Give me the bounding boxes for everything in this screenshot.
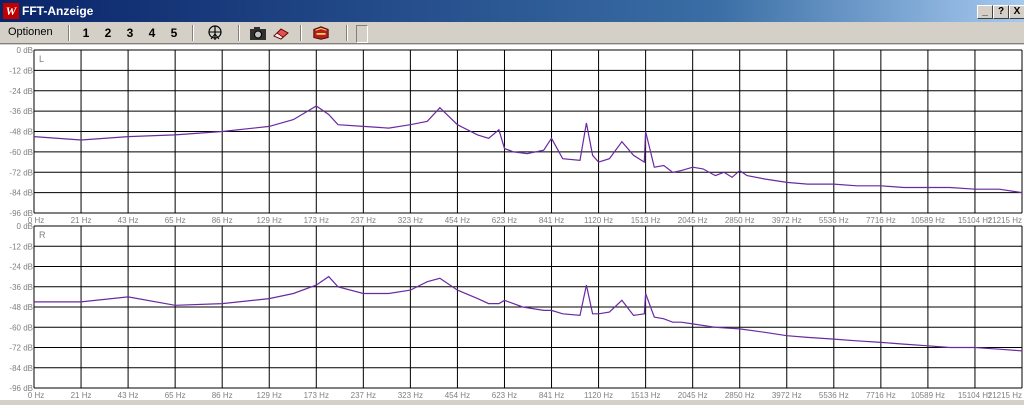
x-tick-label: 1120 Hz <box>584 391 613 400</box>
x-tick-label: 65 Hz <box>165 216 186 225</box>
fft-panel-right: 0 dB -12 dB -24 dB -36 dB -48 dB -60 dB -72 dB… <box>9 222 1023 400</box>
x-tick-label: 65 Hz <box>165 391 186 400</box>
y-tick-label: -84 dB <box>9 189 33 198</box>
x-tick-label: 1513 Hz <box>631 216 661 225</box>
toolbar-separator <box>68 25 70 41</box>
window-title: FFT-Anzeige <box>22 4 94 18</box>
x-tick-label: 623 Hz <box>492 391 517 400</box>
x-tick-label: 0 Hz <box>28 391 44 400</box>
y-tick-label: -12 dB <box>9 242 33 251</box>
camera-icon[interactable] <box>249 25 267 41</box>
x-tick-label: 86 Hz <box>212 216 233 225</box>
y-tick-label: -36 dB <box>9 283 33 292</box>
x-tick-label: 7716 Hz <box>866 391 896 400</box>
y-tick-label: -24 dB <box>9 263 33 272</box>
x-tick-label: 323 Hz <box>398 216 423 225</box>
x-tick-label: 86 Hz <box>212 391 233 400</box>
x-tick-label: 323 Hz <box>398 391 423 400</box>
x-tick-label: 2850 Hz <box>725 391 755 400</box>
channel-label: R <box>39 230 46 240</box>
x-tick-label: 10589 Hz <box>911 391 945 400</box>
x-tick-label: 173 Hz <box>304 216 329 225</box>
channel-button-5[interactable]: 5 <box>166 26 182 40</box>
x-tick-label: 21 Hz <box>71 391 92 400</box>
channel-button-4[interactable]: 4 <box>144 26 160 40</box>
eraser-icon[interactable] <box>272 25 290 41</box>
help-button[interactable]: ? <box>993 5 1009 19</box>
x-tick-label: 129 Hz <box>257 216 282 225</box>
menu-options[interactable]: Optionen <box>8 26 53 38</box>
channel-label: L <box>39 54 44 64</box>
toolbar: Optionen 1 2 3 4 5 <box>0 22 1024 44</box>
spectrum-trace <box>34 275 1023 352</box>
y-tick-label: -72 dB <box>9 168 33 177</box>
antenna-icon[interactable] <box>206 25 224 41</box>
y-tick-label: -60 dB <box>9 148 33 157</box>
toolbar-toggle[interactable] <box>356 25 368 43</box>
x-tick-label: 173 Hz <box>304 391 329 400</box>
toolbar-separator <box>238 25 240 41</box>
x-tick-label: 10589 Hz <box>911 216 945 225</box>
x-tick-label: 43 Hz <box>118 216 139 225</box>
toolbar-separator <box>346 25 348 41</box>
title-bar: W FFT-Anzeige _ ? X <box>0 0 1024 22</box>
x-tick-label: 841 Hz <box>539 216 564 225</box>
y-tick-label: -48 dB <box>9 303 33 312</box>
fft-chart: 0 dB -12 dB -24 dB -36 dB -48 dB -60 dB -72 dB… <box>9 46 1023 400</box>
x-tick-label: 454 Hz <box>445 391 470 400</box>
toolbar-separator <box>300 25 302 41</box>
book-icon[interactable] <box>312 25 330 41</box>
x-tick-label: 21215 Hz <box>988 216 1022 225</box>
x-tick-label: 237 Hz <box>351 391 376 400</box>
x-tick-label: 1120 Hz <box>584 216 613 225</box>
channel-button-1[interactable]: 1 <box>78 26 94 40</box>
y-tick-label: 0 dB <box>17 222 33 231</box>
x-tick-label: 5536 Hz <box>819 216 849 225</box>
channel-button-2[interactable]: 2 <box>100 26 116 40</box>
y-tick-label: -12 dB <box>9 66 33 75</box>
x-tick-label: 129 Hz <box>257 391 282 400</box>
fft-panel-left: 0 dB -12 dB -24 dB -36 dB -48 dB -60 dB -72 dB… <box>9 46 1023 225</box>
channel-button-3[interactable]: 3 <box>122 26 138 40</box>
x-tick-label: 623 Hz <box>492 216 517 225</box>
y-tick-label: -36 dB <box>9 107 33 116</box>
spectrum-trace <box>33 105 1023 194</box>
x-tick-label: 2045 Hz <box>678 391 708 400</box>
x-tick-label: 43 Hz <box>118 391 139 400</box>
x-tick-label: 7716 Hz <box>866 216 896 225</box>
app-logo-icon: W <box>3 3 19 19</box>
x-tick-label: 3972 Hz <box>772 391 802 400</box>
x-tick-label: 21215 Hz <box>988 391 1022 400</box>
x-tick-label: 237 Hz <box>351 216 376 225</box>
y-tick-label: -24 dB <box>9 87 33 96</box>
y-tick-label: -48 dB <box>9 128 33 137</box>
y-tick-label: -84 dB <box>9 364 33 373</box>
x-tick-label: 5536 Hz <box>819 391 849 400</box>
y-tick-label: -60 dB <box>9 323 33 332</box>
toolbar-separator <box>192 25 194 41</box>
x-tick-label: 3972 Hz <box>772 216 802 225</box>
x-tick-label: 454 Hz <box>445 216 470 225</box>
y-tick-label: -72 dB <box>9 344 33 353</box>
minimize-button[interactable]: _ <box>977 5 993 19</box>
x-tick-label: 2850 Hz <box>725 216 755 225</box>
x-tick-label: 1513 Hz <box>631 391 661 400</box>
y-tick-label: 0 dB <box>17 46 33 55</box>
fft-display: 0 dB -12 dB -24 dB -36 dB -48 dB -60 dB -72 dB… <box>0 45 1024 400</box>
x-tick-label: 2045 Hz <box>678 216 708 225</box>
x-tick-label: 21 Hz <box>71 216 92 225</box>
x-tick-label: 841 Hz <box>539 391 564 400</box>
close-button[interactable]: X <box>1009 5 1024 19</box>
